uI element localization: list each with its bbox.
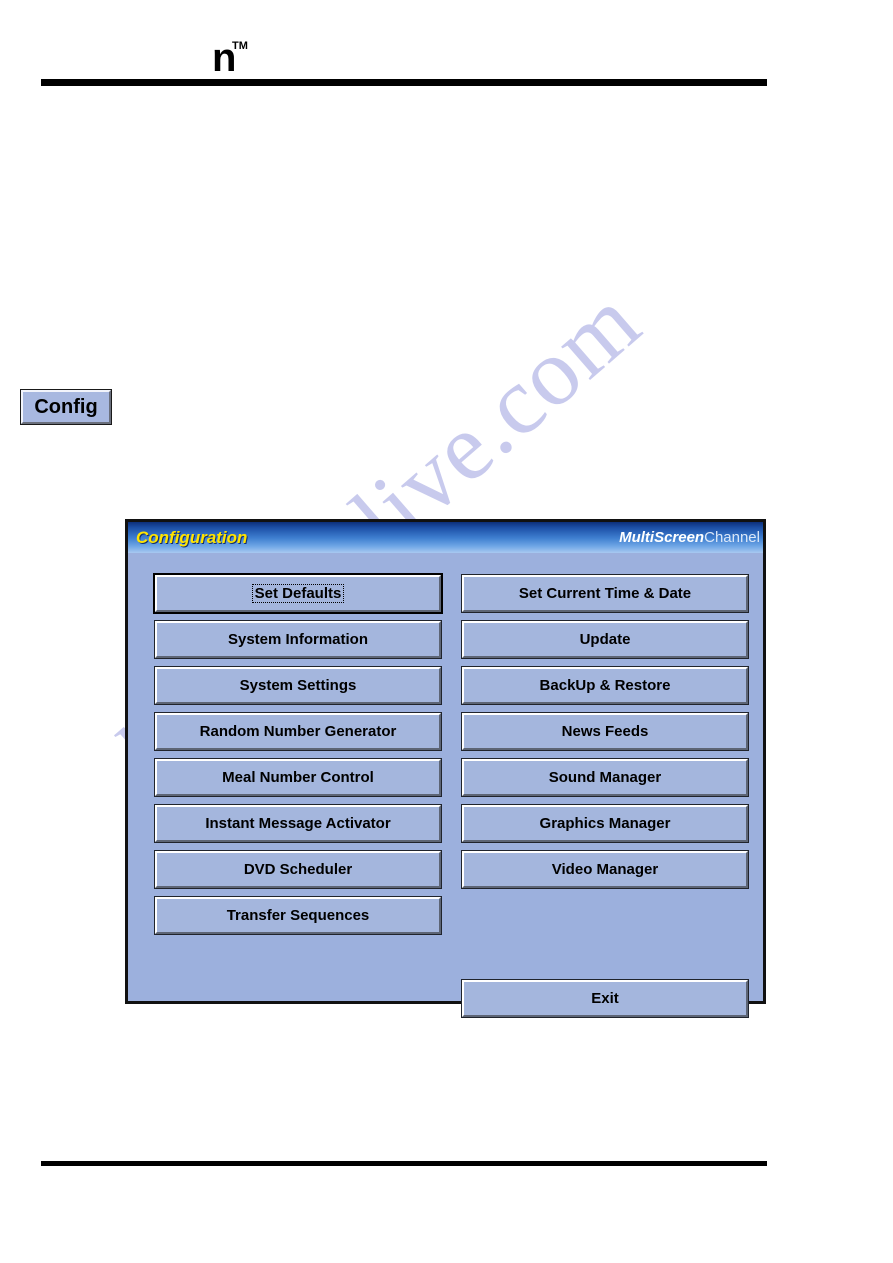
configuration-window: Configuration MultiScreenChannel Set Def… (125, 519, 766, 1018)
page-header: n TM (0, 0, 893, 95)
product-logo-bold: MultiScreen (619, 529, 705, 546)
right-button-column: Set Current Time & Date Update BackUp & Re… (461, 574, 749, 897)
footer-divider-rule (41, 1161, 767, 1166)
button-label: BackUp & Restore (539, 677, 671, 694)
config-button-set-current-time-and-date[interactable]: Set Current Time & Date (461, 574, 749, 613)
config-button-news-feeds[interactable]: News Feeds (461, 712, 749, 751)
config-button-system-settings[interactable]: System Settings (154, 666, 442, 705)
button-label: Graphics Manager (539, 815, 671, 832)
window-body: Set Defaults System Information System Set… (128, 553, 763, 1018)
config-button-video-manager[interactable]: Video Manager (461, 850, 749, 889)
config-button-meal-number-control[interactable]: Meal Number Control (154, 758, 442, 797)
window-titlebar: Configuration MultiScreenChannel (128, 522, 763, 553)
config-button[interactable]: Config (20, 389, 112, 425)
left-button-column: Set Defaults System Information System Set… (153, 573, 443, 943)
config-button-random-number-generator[interactable]: Random Number Generator (154, 712, 442, 751)
button-label: Instant Message Activator (205, 815, 391, 832)
config-button-backup-and-restore[interactable]: BackUp & Restore (461, 666, 749, 705)
config-button-update[interactable]: Update (461, 620, 749, 659)
button-label: News Feeds (561, 723, 649, 740)
button-label: Video Manager (551, 861, 659, 878)
config-button-instant-message-activator[interactable]: Instant Message Activator (154, 804, 442, 843)
button-label: Sound Manager (548, 769, 662, 786)
button-label: Set Defaults (251, 584, 345, 603)
button-label: Exit (591, 990, 619, 1007)
config-button-dvd-scheduler[interactable]: DVD Scheduler (154, 850, 442, 889)
exit-button-area: Exit (461, 979, 749, 1018)
button-label: Meal Number Control (222, 769, 374, 786)
button-label: Set Current Time & Date (518, 585, 692, 602)
button-label: System Settings (239, 677, 357, 694)
button-label: DVD Scheduler (243, 861, 353, 878)
config-button-system-information[interactable]: System Information (154, 620, 442, 659)
button-label: System Information (227, 631, 369, 648)
window-title: Configuration (136, 527, 248, 547)
config-button-sound-manager[interactable]: Sound Manager (461, 758, 749, 797)
header-divider-rule (41, 79, 767, 86)
config-button-exit[interactable]: Exit (461, 979, 749, 1018)
button-label: Transfer Sequences (226, 907, 370, 924)
product-logo-light: Channel (704, 529, 760, 546)
trademark-symbol: TM (232, 40, 248, 52)
config-button-graphics-manager[interactable]: Graphics Manager (461, 804, 749, 843)
config-button-set-defaults[interactable]: Set Defaults (153, 573, 443, 614)
product-logo: MultiScreenChannel (619, 529, 761, 546)
config-button-transfer-sequences[interactable]: Transfer Sequences (154, 896, 442, 935)
button-label: Random Number Generator (199, 723, 397, 740)
button-label: Update (579, 631, 631, 648)
